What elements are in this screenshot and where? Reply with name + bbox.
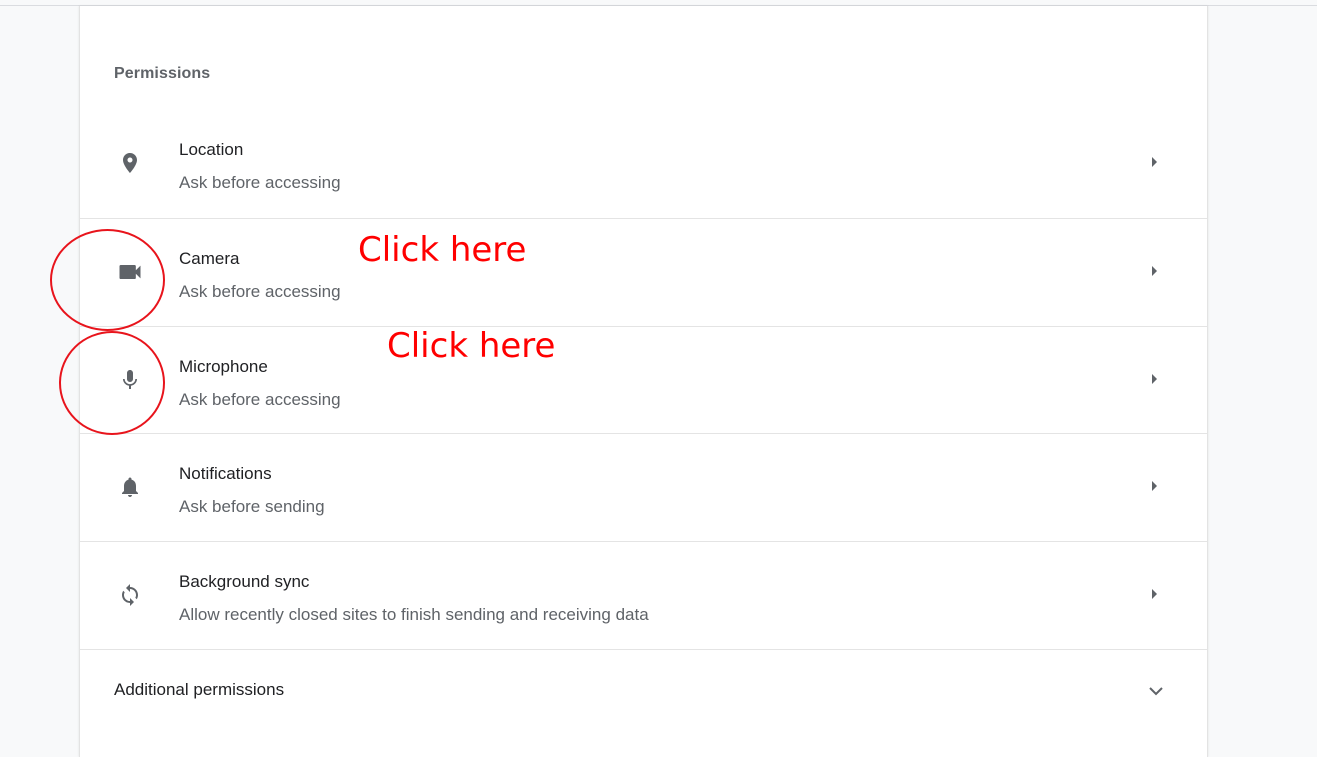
- permission-title: Background sync: [179, 572, 310, 591]
- annotation-circle-camera: [50, 229, 165, 331]
- permission-title: Notifications: [179, 464, 272, 483]
- bell-icon: [116, 473, 144, 501]
- section-title: Permissions: [114, 65, 211, 82]
- arrow-right-icon: [1152, 374, 1157, 384]
- arrow-right-icon: [1152, 266, 1157, 276]
- permission-subtitle: Ask before accessing: [179, 173, 341, 192]
- arrow-right-icon: [1152, 589, 1157, 599]
- permission-row-notifications[interactable]: Notifications Ask before sending: [80, 433, 1207, 542]
- permission-subtitle: Ask before accessing: [179, 390, 341, 409]
- permission-subtitle: Ask before accessing: [179, 282, 341, 301]
- annotation-click-here-camera: Click here: [358, 230, 527, 270]
- permission-row-location[interactable]: Location Ask before accessing: [80, 110, 1207, 218]
- annotation-circle-microphone: [59, 331, 165, 435]
- permission-title: Microphone: [179, 357, 268, 376]
- chevron-down-icon: [1148, 683, 1164, 701]
- sync-icon: [116, 581, 144, 609]
- permission-subtitle: Ask before sending: [179, 497, 325, 516]
- arrow-right-icon: [1152, 157, 1157, 167]
- additional-permissions-expander[interactable]: Additional permissions: [80, 649, 1207, 732]
- permission-subtitle: Allow recently closed sites to finish se…: [179, 605, 649, 624]
- additional-permissions-label: Additional permissions: [114, 680, 285, 699]
- permission-title: Location: [179, 140, 244, 159]
- annotation-click-here-microphone: Click here: [387, 326, 556, 366]
- permissions-card: Permissions Location Ask before accessin…: [79, 6, 1208, 757]
- permission-row-microphone[interactable]: Microphone Ask before accessing: [80, 326, 1207, 435]
- arrow-right-icon: [1152, 481, 1157, 491]
- permission-row-camera[interactable]: Camera Ask before accessing: [80, 218, 1207, 327]
- permission-title: Camera: [179, 249, 240, 268]
- permission-row-background-sync[interactable]: Background sync Allow recently closed si…: [80, 541, 1207, 650]
- location-pin-icon: [116, 149, 144, 177]
